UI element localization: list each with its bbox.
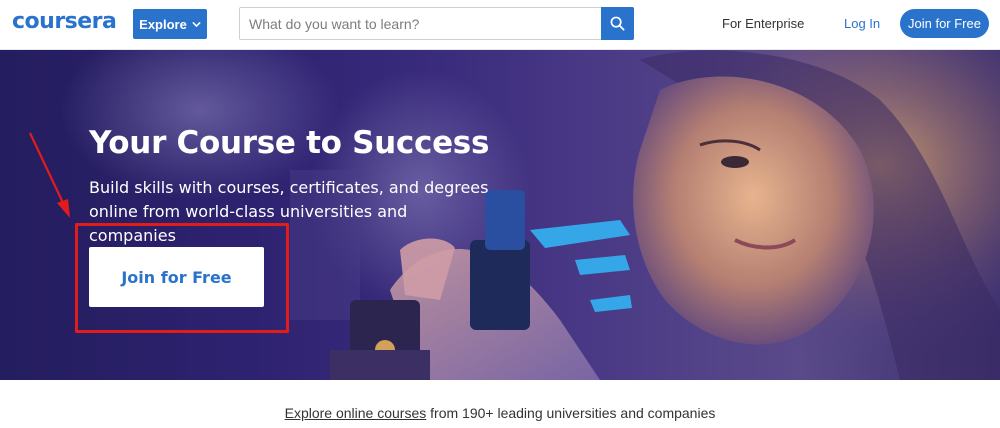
search-icon	[610, 16, 625, 31]
explore-courses-line: Explore online courses from 190+ leading…	[0, 405, 1000, 421]
join-for-free-hero-button[interactable]: Join for Free	[89, 247, 264, 307]
coursera-logo[interactable]: coursera	[12, 9, 117, 34]
search-box	[239, 7, 634, 40]
hero-subtitle: Build skills with courses, certificates,…	[89, 178, 489, 245]
top-navigation-bar: coursera Explore For Enterprise Log In J…	[0, 0, 1000, 50]
explore-button[interactable]: Explore	[133, 9, 207, 39]
login-link[interactable]: Log In	[844, 16, 880, 31]
chevron-down-icon	[192, 21, 201, 27]
join-for-free-nav-button[interactable]: Join for Free	[900, 9, 989, 38]
hero-banner: Your Course to Success Build skills with…	[0, 50, 1000, 380]
explore-label: Explore	[139, 16, 187, 32]
search-input[interactable]	[240, 8, 602, 39]
explore-online-courses-link[interactable]: Explore online courses	[285, 405, 427, 421]
explore-courses-description: from 190+ leading universities and compa…	[426, 405, 716, 421]
hero-title: Your Course to Success	[89, 125, 490, 161]
for-enterprise-link[interactable]: For Enterprise	[722, 16, 804, 31]
search-button[interactable]	[601, 7, 634, 40]
